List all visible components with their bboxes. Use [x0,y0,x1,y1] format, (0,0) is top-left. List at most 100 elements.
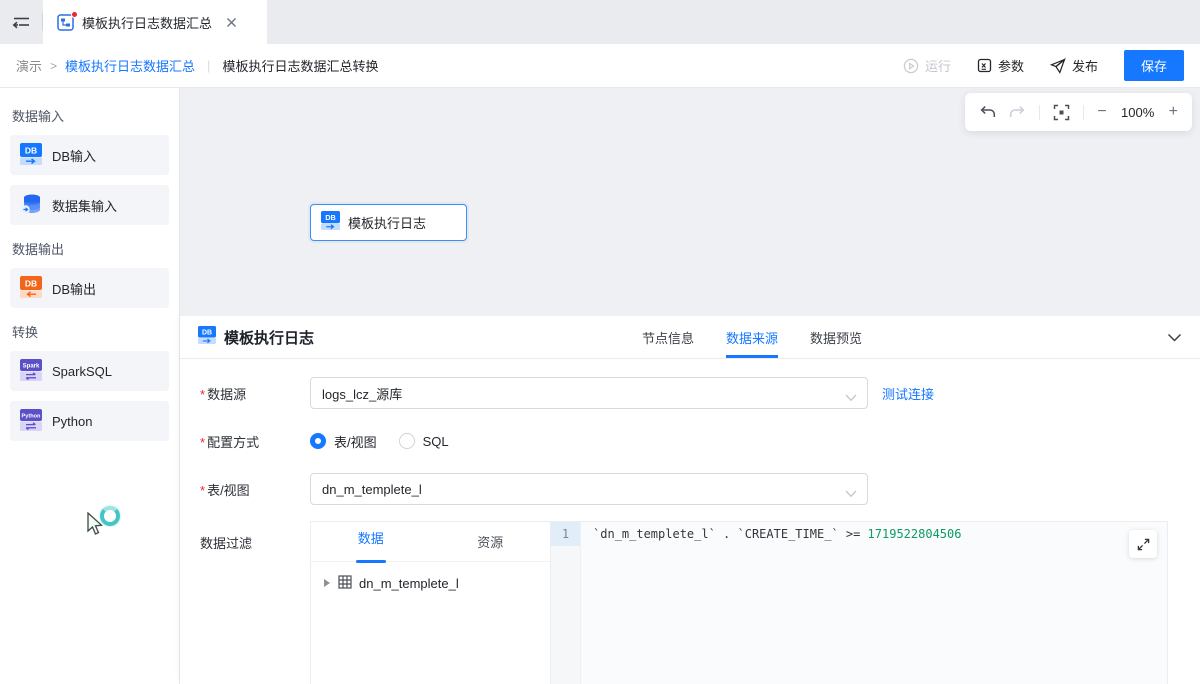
divider [1083,105,1084,120]
node-label: 模板执行日志 [348,213,426,232]
svg-text:DB: DB [202,329,212,336]
tab-data-preview[interactable]: 数据预览 [810,316,862,358]
datasource-row: *数据源 logs_lcz_源库 测试连接 [200,377,1200,409]
required-mark: * [200,387,205,402]
run-label: 运行 [925,56,951,75]
palette-item-label: DB输入 [52,146,96,165]
node-palette-sidebar: 数据输入 DB DB输入 [0,88,180,684]
db-input-icon: DB [321,211,340,235]
config-mode-label: *配置方式 [200,432,310,451]
filter-tab-data[interactable]: 数据 [311,522,431,561]
redo-icon [1009,104,1026,120]
table-grid-icon [338,575,352,592]
python-icon: Python [20,409,42,434]
tab-template-log[interactable]: 模板执行日志数据汇总 [43,0,267,44]
radio-table-view[interactable]: 表/视图 [310,432,377,451]
filter-tree-pane: 数据 资源 [311,522,551,684]
divider [1039,105,1040,120]
dataset-input-icon [20,193,42,218]
action-buttons: 运行 参数 发布 保存 [903,50,1184,81]
filter-tabs: 数据 资源 [311,522,550,562]
code-number: 1719522804506 [868,527,962,541]
tree-item-table[interactable]: dn_m_templete_l [311,562,550,592]
datasource-select[interactable]: logs_lcz_源库 [310,377,868,409]
required-mark: * [200,483,205,498]
svg-text:DB: DB [325,213,336,222]
data-filter-row: 数据过滤 数据 资源 [200,521,1200,684]
test-connection-link[interactable]: 测试连接 [882,384,934,403]
filter-tab-resource[interactable]: 资源 [431,522,551,561]
chevron-down-icon [845,486,857,501]
collapse-sidebar-icon[interactable] [0,0,42,44]
breadcrumb-divider: | [207,58,210,73]
code-line: `dn_m_templete_l` . `CREATE_TIME_` >= 17… [581,522,1167,546]
breadcrumb-root[interactable]: 演示 [16,56,42,75]
palette-item-label: DB输出 [52,279,96,298]
table-view-select[interactable]: dn_m_templete_l [310,473,868,505]
config-form: *数据源 logs_lcz_源库 测试连接 [180,359,1200,684]
config-mode-options: 表/视图 SQL [310,425,449,457]
run-button: 运行 [903,56,951,75]
flow-icon [57,14,74,31]
panel-header: DB 模板执行日志 节点信息 数据来源 数据预览 [180,316,1200,359]
params-button[interactable]: 参数 [977,56,1024,75]
breadcrumb-bar: 演示 > 模板执行日志数据汇总 | 模板执行日志数据汇总转换 运行 参数 [0,44,1200,88]
db-input-icon: DB [198,326,216,349]
panel-title: 模板执行日志 [224,327,314,348]
zoom-in-icon[interactable]: + [1169,104,1178,120]
spark-sql-icon: Spark [20,359,42,384]
db-input-icon: DB [20,143,42,168]
palette-item-db-input[interactable]: DB DB输入 [10,135,169,175]
filter-code-editor[interactable]: `dn_m_templete_l` . `CREATE_TIME_` >= 17… [581,522,1167,684]
undo-icon[interactable] [979,104,996,120]
close-icon[interactable] [226,17,237,28]
radio-sql[interactable]: SQL [399,433,449,449]
datasource-value: logs_lcz_源库 [322,384,402,403]
svg-text:DB: DB [25,145,37,155]
line-number: 1 [551,522,580,546]
zoom-level: 100% [1120,105,1156,120]
code-identifiers: `dn_m_templete_l` . `CREATE_TIME_` >= [593,527,868,541]
breadcrumb-separator: > [50,59,57,73]
tab-title: 模板执行日志数据汇总 [82,13,212,32]
section-title-data-output: 数据输出 [12,239,167,258]
fit-view-icon[interactable] [1053,104,1070,121]
palette-item-sparksql[interactable]: Spark SparkSQL [10,351,169,391]
zoom-out-icon[interactable]: − [1097,104,1106,120]
expand-editor-icon[interactable] [1129,530,1157,558]
palette-item-python[interactable]: Python Python [10,401,169,441]
save-button[interactable]: 保存 [1124,50,1184,81]
table-view-row: *表/视图 dn_m_templete_l [200,473,1200,505]
tab-node-info[interactable]: 节点信息 [642,316,694,358]
flow-canvas[interactable]: − 100% + DB 模板执行日志 [180,88,1200,316]
table-view-value: dn_m_templete_l [322,482,422,497]
canvas-toolbar: − 100% + [965,93,1192,131]
svg-text:Spark: Spark [23,363,40,369]
workspace-column: − 100% + DB 模板执行日志 [180,88,1200,684]
chevron-down-icon [845,390,857,405]
datasource-label: *数据源 [200,384,310,403]
palette-item-db-output[interactable]: DB DB输出 [10,268,169,308]
required-mark: * [200,435,205,450]
data-filter-editor: 数据 资源 [310,521,1168,684]
radio-unselected-icon[interactable] [399,433,415,449]
publish-button[interactable]: 发布 [1050,56,1098,75]
data-filter-label: 数据过滤 [200,521,310,552]
svg-text:DB: DB [25,278,37,288]
breadcrumb-current[interactable]: 模板执行日志数据汇总 [65,56,195,75]
node-template-log[interactable]: DB 模板执行日志 [310,204,467,241]
page-subtitle: 模板执行日志数据汇总转换 [222,56,378,75]
table-view-label: *表/视图 [200,480,310,499]
palette-item-label: 数据集输入 [52,196,117,215]
publish-label: 发布 [1072,56,1098,75]
params-label: 参数 [998,56,1024,75]
collapse-panel-icon[interactable] [1167,330,1182,348]
caret-right-icon[interactable] [323,576,331,591]
svg-text:Python: Python [22,413,42,419]
editor-gutter: 1 [551,522,581,684]
radio-selected-icon[interactable] [310,433,326,449]
app-window: 模板执行日志数据汇总 演示 > 模板执行日志数据汇总 | 模板执行日志数据汇总转… [0,0,1200,684]
tab-data-source[interactable]: 数据来源 [726,316,778,358]
tree-item-label: dn_m_templete_l [359,576,459,591]
palette-item-dataset-input[interactable]: 数据集输入 [10,185,169,225]
